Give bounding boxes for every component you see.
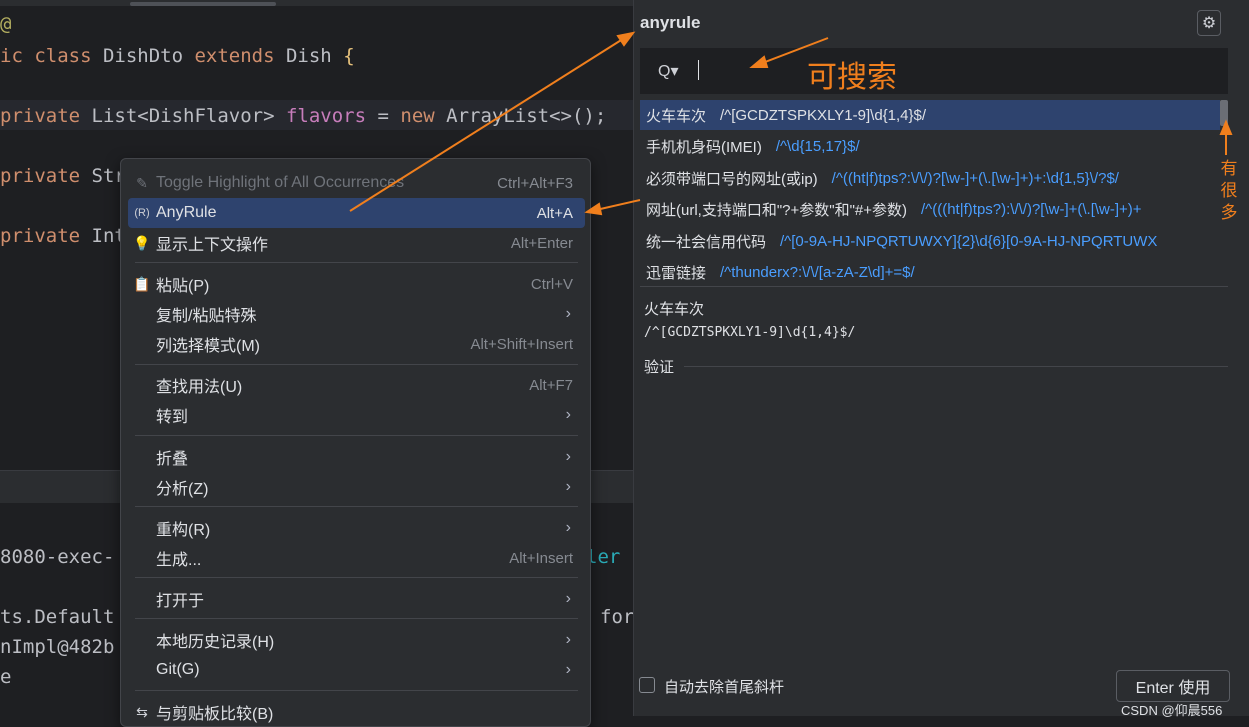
console-line: nImpl@482b (0, 636, 115, 658)
editor-context-menu: ✎ Toggle Highlight of All Occurrences Ct… (120, 158, 591, 727)
menu-separator (135, 364, 578, 365)
enter-use-button[interactable]: Enter 使用 (1116, 670, 1230, 702)
trim-slashes-label[interactable]: 自动去除首尾斜杆 (664, 676, 784, 697)
menu-item-toggle-highlight[interactable]: ✎ Toggle Highlight of All Occurrences Ct… (128, 168, 585, 198)
rule-list-item[interactable]: 统一社会信用代码 /^[0-9A-HJ-NPQRTUWXY]{2}\d{6}[0… (640, 226, 1220, 256)
rule-list-item[interactable]: 手机机身码(IMEI) /^\d{15,17}$/ (640, 131, 1220, 161)
console-line: 8080-exec- (0, 546, 115, 568)
menu-item-open-in[interactable]: 打开于 › (128, 584, 585, 614)
menu-item-find-usages[interactable]: 查找用法(U) Alt+F7 (128, 370, 585, 400)
code-line-annotation: @ (0, 13, 12, 35)
menu-item-column-selection[interactable]: 列选择模式(M) Alt+Shift+Insert (128, 329, 585, 359)
menu-separator (135, 577, 578, 578)
rule-list-scrollbar[interactable] (1220, 100, 1228, 126)
menu-item-anyrule[interactable]: (R) AnyRule Alt+A (128, 198, 585, 228)
search-icon: Q▾ (658, 63, 679, 80)
verify-label: 验证 (644, 359, 675, 376)
pencil-icon: ✎ (136, 174, 148, 191)
text-caret (698, 60, 699, 80)
chevron-right-icon: › (565, 305, 571, 322)
code-line-class-declaration: ic class DishDto extends Dish { (0, 45, 355, 67)
gear-icon[interactable]: ⚙ (1197, 10, 1221, 36)
chevron-right-icon: › (565, 478, 571, 495)
menu-item-refactor[interactable]: 重构(R) › (128, 513, 585, 543)
menu-item-local-history[interactable]: 本地历史记录(H) › (128, 625, 585, 655)
menu-separator (135, 435, 578, 436)
console-line: ts.Default (0, 606, 115, 628)
chevron-right-icon: › (565, 448, 571, 465)
rule-list-item[interactable]: 火车车次 /^[GCDZTSPKXLY1-9]\d{1,4}$/ (640, 100, 1220, 130)
menu-item-analyze[interactable]: 分析(Z) › (128, 472, 585, 502)
console-line-fragment: for (600, 606, 635, 628)
anyrule-popup: anyrule ⚙ Q▾ 火车车次 /^[GCDZTSPKXLY1-9]\d{1… (633, 0, 1249, 716)
menu-item-show-context-actions[interactable]: 💡 显示上下文操作 Alt+Enter (128, 228, 585, 258)
compare-icon: ⇆ (136, 703, 148, 720)
menu-item-paste[interactable]: 📋 粘贴(P) Ctrl+V (128, 269, 585, 299)
rule-list-item[interactable]: 迅雷链接 /^thunderx?:\/\/[a-zA-Z\d]+=$/ (640, 257, 1220, 286)
rule-detail-regex: /^[GCDZTSPKXLY1-9]\d{1,4}$/ (644, 325, 856, 340)
menu-item-compare-clipboard[interactable]: ⇆ 与剪贴板比较(B) (128, 697, 585, 727)
watermark: CSDN @仰晨556 (1121, 703, 1223, 718)
menu-separator (135, 506, 578, 507)
console-line: e (0, 666, 12, 688)
anyrule-icon: (R) (134, 207, 150, 219)
menu-separator (135, 262, 578, 263)
rule-list[interactable]: 火车车次 /^[GCDZTSPKXLY1-9]\d{1,4}$/ 手机机身码(I… (640, 100, 1228, 286)
lightbulb-icon: 💡 (133, 234, 151, 251)
editor-tab-strip (0, 0, 640, 6)
clipboard-icon: 📋 (133, 275, 151, 292)
trim-slashes-checkbox[interactable] (639, 677, 655, 693)
menu-item-git[interactable]: Git(G) › (128, 655, 585, 685)
code-line-flavors-field: private List<DishFlavor> flavors = new A… (0, 105, 607, 127)
divider (640, 286, 1228, 287)
chevron-right-icon: › (565, 631, 571, 648)
chevron-right-icon: › (565, 519, 571, 536)
chevron-right-icon: › (565, 590, 571, 607)
rule-list-item[interactable]: 必须带端口号的网址(或ip) /^((ht|f)tps?:\/\/)?[\w-]… (640, 163, 1220, 193)
rule-detail-name: 火车车次 (644, 301, 705, 318)
menu-item-folding[interactable]: 折叠 › (128, 442, 585, 472)
annotation-many: 有很多 (1220, 159, 1238, 223)
chevron-right-icon: › (565, 406, 571, 423)
menu-separator (135, 618, 578, 619)
chevron-right-icon: › (565, 661, 571, 678)
divider (684, 366, 1228, 367)
menu-item-go-to[interactable]: 转到 › (128, 400, 585, 430)
rule-list-item[interactable]: 网址(url,支持端口和"?+参数"和"#+参数) /^(((ht|f)tps?… (640, 194, 1220, 224)
annotation-searchable: 可搜索 (807, 60, 897, 95)
anyrule-search-input[interactable]: Q▾ (640, 48, 1228, 94)
menu-separator (135, 690, 578, 691)
anyrule-title: anyrule (640, 13, 701, 32)
code-line-integer-field: private Int (0, 225, 126, 247)
editor-tab-indicator (130, 2, 276, 6)
console-line-fragment: ler (586, 546, 621, 568)
menu-item-copy-paste-special[interactable]: 复制/粘贴特殊 › (128, 299, 585, 329)
code-line-string-field: private Str (0, 165, 126, 187)
menu-item-generate[interactable]: 生成... Alt+Insert (128, 543, 585, 573)
